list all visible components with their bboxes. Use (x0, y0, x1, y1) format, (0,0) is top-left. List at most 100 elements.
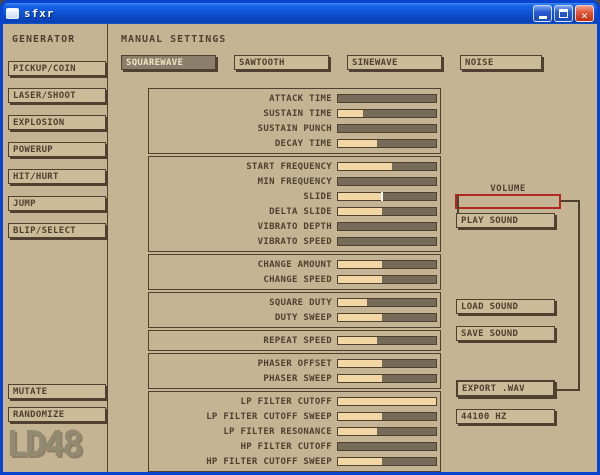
volume-label: VOLUME (456, 184, 560, 194)
slider-fill (338, 314, 382, 321)
generator-hit-hurt-button[interactable]: HIT/HURT (8, 169, 106, 184)
load-sound-button[interactable]: LOAD SOUND (456, 299, 555, 314)
phaser-group: PHASER OFFSET PHASER SWEEP (148, 353, 441, 389)
slider-row: VIBRATO DEPTH (151, 219, 438, 234)
change-speed-slider[interactable] (337, 275, 437, 284)
decay-time-slider[interactable] (337, 139, 437, 148)
generator-jump-button[interactable]: JUMP (8, 196, 106, 211)
duty-group: SQUARE DUTY DUTY SWEEP (148, 292, 441, 328)
minimize-icon (539, 16, 547, 19)
vibrato-speed-slider[interactable] (337, 237, 437, 246)
attack-time-slider[interactable] (337, 94, 437, 103)
sawtooth-button[interactable]: SAWTOOTH (234, 55, 329, 70)
slider-fill (338, 276, 382, 283)
slider-fill (338, 261, 382, 268)
volume-slider[interactable] (455, 194, 561, 209)
lp-filter-resonance-slider[interactable] (337, 427, 437, 436)
slider-row: ATTACK TIME (151, 91, 438, 106)
slider-fill (338, 208, 382, 215)
slider-label: START FREQUENCY (246, 162, 332, 172)
delta-slide-slider[interactable] (337, 207, 437, 216)
generator-powerup-button[interactable]: POWERUP (8, 142, 106, 157)
slider-row: CHANGE SPEED (151, 272, 438, 287)
maximize-button[interactable] (554, 5, 573, 22)
slider-label: SUSTAIN TIME (263, 109, 332, 119)
slider-fill (338, 428, 377, 435)
frequency-group: START FREQUENCY MIN FREQUENCY SLIDE DELT… (148, 156, 441, 252)
slider-fill (338, 458, 382, 465)
hp-filter-cutoff-slider[interactable] (337, 442, 437, 451)
slider-label: VIBRATO DEPTH (258, 222, 332, 232)
generator-header: GENERATOR (12, 34, 106, 45)
export-wav-button[interactable]: EXPORT .WAV (456, 380, 555, 397)
titlebar[interactable]: sfxr (3, 3, 597, 24)
slider-label: SQUARE DUTY (269, 298, 332, 308)
save-sound-button[interactable]: SAVE SOUND (456, 326, 555, 341)
noise-button[interactable]: NOISE (460, 55, 542, 70)
hp-filter-cutoff-sweep-slider[interactable] (337, 457, 437, 466)
slider-label: LP FILTER CUTOFF SWEEP (206, 412, 332, 422)
vibrato-depth-slider[interactable] (337, 222, 437, 231)
generator-laser-shoot-button[interactable]: LASER/SHOOT (8, 88, 106, 103)
duty-sweep-slider[interactable] (337, 313, 437, 322)
slider-fill (338, 163, 392, 170)
square-duty-slider[interactable] (337, 298, 437, 307)
close-button[interactable] (575, 5, 594, 22)
lp-filter-cutoff-sweep-slider[interactable] (337, 412, 437, 421)
slider-fill (338, 140, 377, 147)
mutate-button[interactable]: MUTATE (8, 384, 106, 399)
slider-label: DECAY TIME (275, 139, 332, 149)
generator-sidebar: GENERATOR PICKUP/COIN LASER/SHOOT EXPLOS… (8, 34, 106, 250)
slider-row: PHASER OFFSET (151, 356, 438, 371)
envelope-group: ATTACK TIME SUSTAIN TIME SUSTAIN PUNCH D… (148, 88, 441, 154)
repeat-speed-slider[interactable] (337, 336, 437, 345)
slider-row: SQUARE DUTY (151, 295, 438, 310)
play-sound-button[interactable]: PLAY SOUND (456, 213, 555, 228)
randomize-button[interactable]: RANDOMIZE (8, 407, 106, 422)
slide-slider[interactable] (337, 192, 437, 201)
phaser-sweep-slider[interactable] (337, 374, 437, 383)
slider-row: SLIDE (151, 189, 438, 204)
sustain-time-slider[interactable] (337, 109, 437, 118)
app-window: sfxr GENERATOR PICKUP/COIN LASER/SHOOT E… (0, 0, 600, 475)
lp-filter-cutoff-slider[interactable] (337, 397, 437, 406)
sample-rate-button[interactable]: 44100 HZ (456, 409, 555, 424)
phaser-offset-slider[interactable] (337, 359, 437, 368)
volume-export-wire-vertical (578, 200, 580, 391)
slider-row: SUSTAIN PUNCH (151, 121, 438, 136)
slider-label: SLIDE (303, 192, 332, 202)
slider-fill (338, 398, 436, 405)
sustain-punch-slider[interactable] (337, 124, 437, 133)
slider-row: DECAY TIME (151, 136, 438, 151)
slider-row: CHANGE AMOUNT (151, 257, 438, 272)
slider-row: VIBRATO SPEED (151, 234, 438, 249)
sinewave-button[interactable]: SINEWAVE (347, 55, 442, 70)
slider-label: PHASER OFFSET (258, 359, 332, 369)
slider-row: PHASER SWEEP (151, 371, 438, 386)
sidebar-divider (107, 24, 108, 472)
manual-settings-header: MANUAL SETTINGS (121, 34, 226, 45)
slider-label: PHASER SWEEP (263, 374, 332, 384)
generator-pickup-coin-button[interactable]: PICKUP/COIN (8, 61, 106, 76)
slider-row: DUTY SWEEP (151, 310, 438, 325)
slider-label: SUSTAIN PUNCH (258, 124, 332, 134)
slider-row: DELTA SLIDE (151, 204, 438, 219)
change-group: CHANGE AMOUNT CHANGE SPEED (148, 254, 441, 290)
generator-blip-select-button[interactable]: BLIP/SELECT (8, 223, 106, 238)
repeat-group: REPEAT SPEED (148, 330, 441, 351)
min-frequency-slider[interactable] (337, 177, 437, 186)
slider-row: LP FILTER CUTOFF SWEEP (151, 409, 438, 424)
change-amount-slider[interactable] (337, 260, 437, 269)
slider-label: HP FILTER CUTOFF (241, 442, 333, 452)
slider-row: LP FILTER RESONANCE (151, 424, 438, 439)
slider-row: HP FILTER CUTOFF (151, 439, 438, 454)
generator-explosion-button[interactable]: EXPLOSION (8, 115, 106, 130)
slider-fill (338, 360, 382, 367)
slider-label: DUTY SWEEP (275, 313, 332, 323)
slider-fill (338, 337, 377, 344)
slider-label: LP FILTER RESONANCE (223, 427, 332, 437)
slider-row: START FREQUENCY (151, 159, 438, 174)
start-frequency-slider[interactable] (337, 162, 437, 171)
minimize-button[interactable] (533, 5, 552, 22)
squarewave-button[interactable]: SQUAREWAVE (121, 55, 216, 70)
